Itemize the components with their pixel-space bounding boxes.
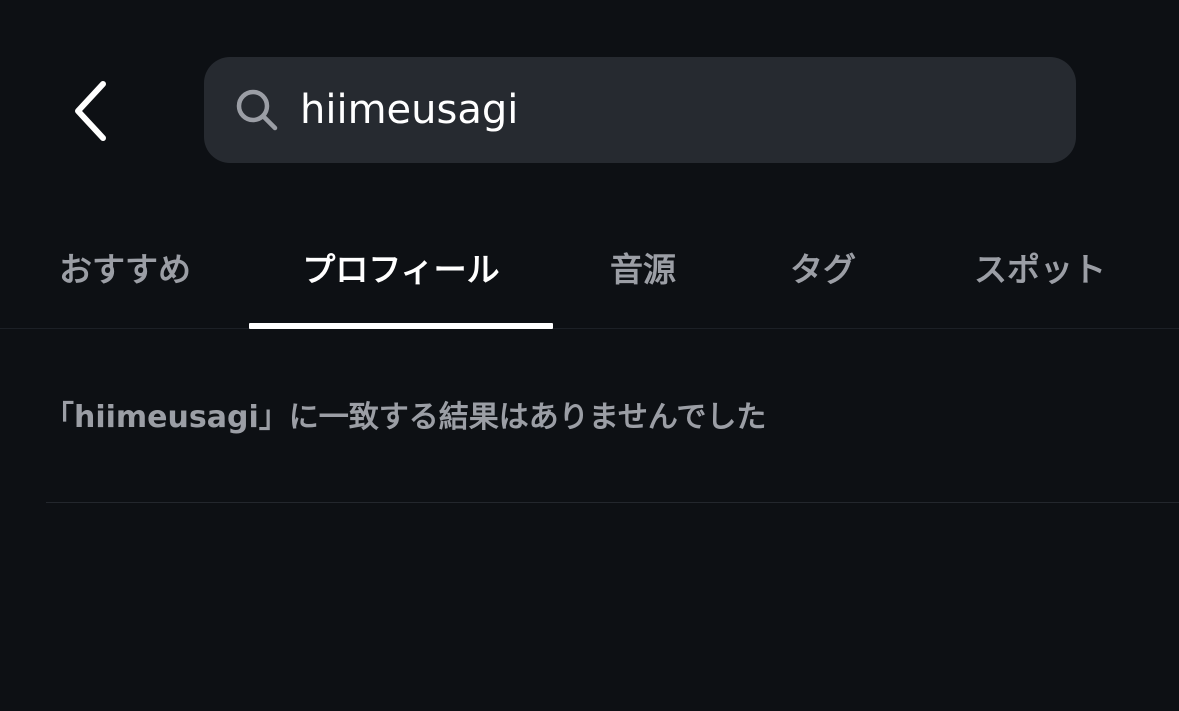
chevron-left-icon (75, 81, 106, 141)
search-bar[interactable]: hiimeusagi (204, 57, 1076, 163)
tab-tags[interactable]: タグ (763, 205, 883, 329)
tab-bar: おすすめ プロフィール 音源 タグ スポット (0, 205, 1179, 329)
no-results-message: 「hiimeusagi」に一致する結果はありませんでした (44, 400, 767, 435)
back-button[interactable] (50, 66, 130, 156)
tab-spots[interactable]: スポット (955, 205, 1125, 329)
tab-recommended[interactable]: おすすめ (40, 205, 210, 329)
search-input[interactable]: hiimeusagi (300, 57, 1040, 163)
results-divider (46, 502, 1179, 503)
search-icon (236, 89, 278, 131)
tabs-divider (0, 328, 1179, 329)
active-tab-indicator (249, 323, 553, 329)
tab-profile[interactable]: プロフィール (249, 205, 553, 329)
tab-audio[interactable]: 音源 (583, 205, 703, 329)
